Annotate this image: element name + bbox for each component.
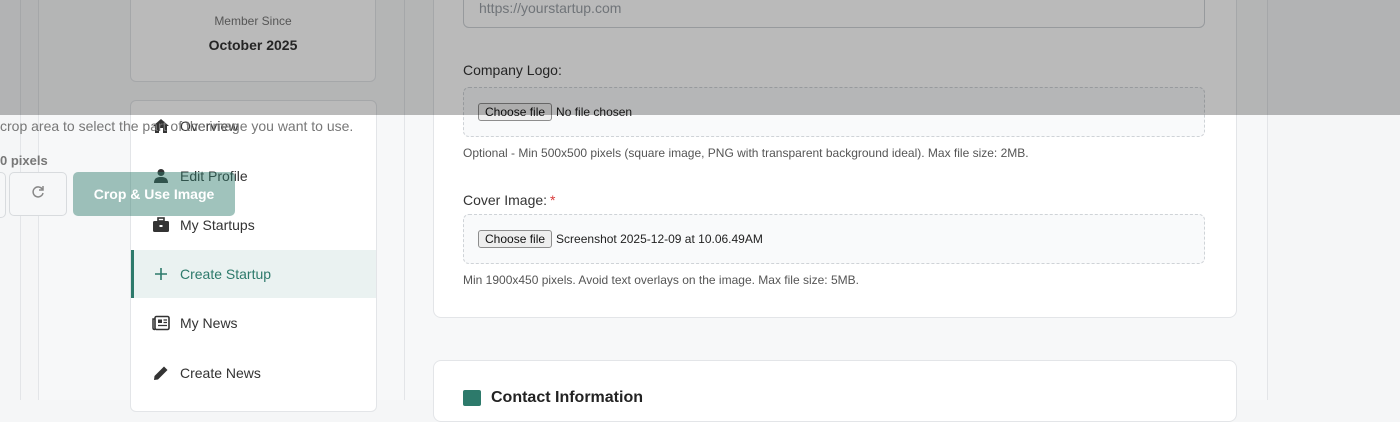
contact-card-icon (463, 390, 481, 406)
website-url-input[interactable] (463, 0, 1205, 28)
rotate-icon (31, 185, 45, 204)
contact-information-title: Contact Information (491, 389, 643, 406)
company-logo-file-input[interactable]: Choose file No file chosen (463, 87, 1205, 137)
cover-image-label-text: Cover Image: (463, 192, 548, 208)
crop-tool-button[interactable] (0, 172, 6, 218)
cover-image-label: Cover Image: * (463, 192, 556, 208)
crop-and-use-image-button[interactable]: Crop & Use Image (73, 172, 235, 216)
sidebar-item-label: Create News (180, 365, 261, 381)
cover-image-file-status: Screenshot 2025-12-09 at 10.06.49AM (556, 232, 763, 246)
contact-information-header: Contact Information (463, 389, 643, 407)
sidebar-nav: Overview Edit Profile My Startups Create… (130, 100, 377, 412)
member-since-value: October 2025 (208, 37, 298, 53)
sidebar-item-label: My News (180, 315, 238, 331)
cover-image-file-input[interactable]: Choose file Screenshot 2025-12-09 at 10.… (463, 214, 1205, 264)
sidebar-item-my-news[interactable]: My News (131, 299, 376, 347)
crop-instruction-text: crop area to select the part of the imag… (0, 118, 354, 134)
member-since-label: Member Since (214, 14, 292, 28)
company-logo-label: Company Logo: (463, 62, 562, 78)
plus-icon (151, 264, 171, 284)
required-asterisk: * (550, 192, 556, 208)
pencil-icon (151, 363, 171, 383)
sidebar-item-create-startup[interactable]: Create Startup (131, 250, 376, 298)
newspaper-icon (151, 313, 171, 333)
cover-image-help: Min 1900x450 pixels. Avoid text overlays… (463, 273, 859, 287)
sidebar-item-label: My Startups (180, 217, 255, 233)
briefcase-icon (151, 215, 171, 235)
company-logo-choose-button[interactable]: Choose file (478, 103, 553, 121)
member-since-card: Member Since October 2025 (130, 0, 376, 82)
crop-size-text: 0 pixels (0, 153, 48, 168)
cover-image-choose-button[interactable]: Choose file (478, 230, 553, 248)
sidebar-item-create-news[interactable]: Create News (131, 349, 376, 397)
sidebar-item-label: Create Startup (180, 266, 272, 282)
company-logo-help: Optional - Min 500x500 pixels (square im… (463, 146, 1029, 160)
company-logo-file-status: No file chosen (556, 105, 633, 119)
rotate-button[interactable] (9, 172, 67, 216)
